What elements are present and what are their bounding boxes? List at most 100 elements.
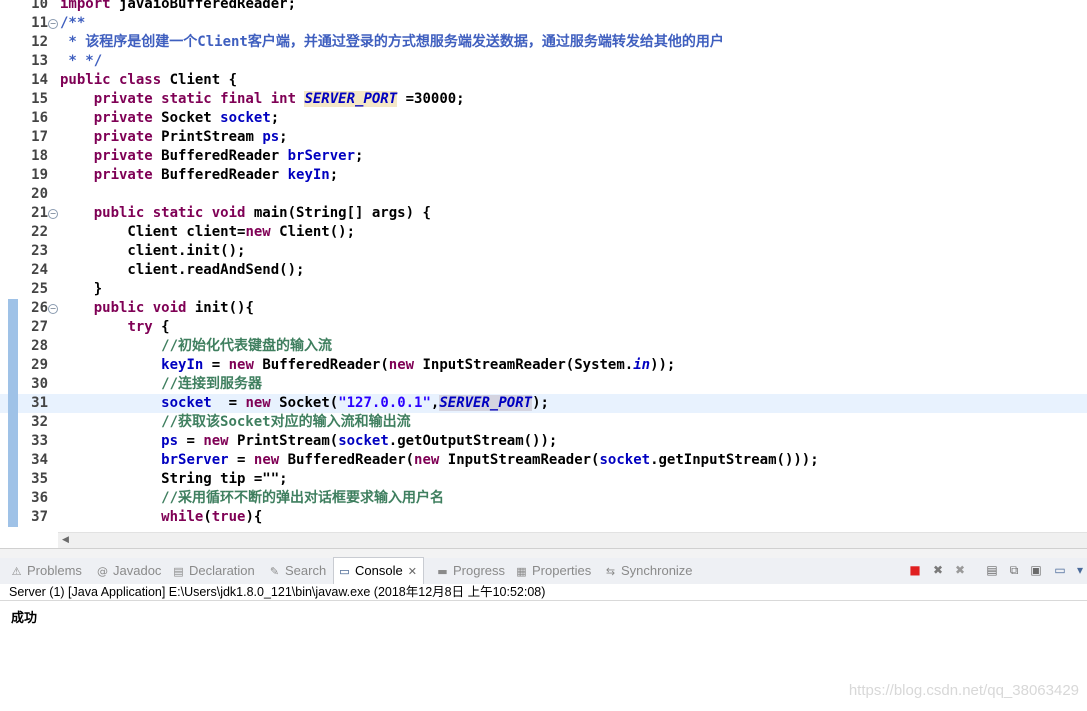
code-line[interactable]: 14 public class Client { xyxy=(0,71,1087,90)
code-token: ps xyxy=(161,433,179,449)
code-editor[interactable]: 10 import javaioBufferedReader; 11−/** 12 *… xyxy=(0,0,1087,548)
scroll-lock-icon[interactable]: ⧉ xyxy=(1006,562,1022,578)
line-number: 16 xyxy=(31,110,48,126)
remove-launch-icon[interactable]: ✖ xyxy=(930,562,946,578)
open-console-icon[interactable]: ▾ xyxy=(1072,562,1087,578)
code-token: ; xyxy=(270,110,280,126)
line-number: 36 xyxy=(31,490,48,506)
code-line[interactable]: 28 //初始化代表键盘的输入流 xyxy=(0,337,1087,356)
line-number: 14 xyxy=(31,72,48,88)
code-text: //初始化代表键盘的输入流 xyxy=(60,337,332,356)
synchronize-icon: ⇆ xyxy=(605,565,616,578)
horizontal-scrollbar[interactable]: ◀ xyxy=(58,532,1087,548)
code-token: //获取该Socket对应的输入流和输出流 xyxy=(161,414,411,430)
code-line[interactable]: 16 private Socket socket; xyxy=(0,109,1087,128)
tab-search[interactable]: ✎ Search xyxy=(268,558,326,584)
code-token: BufferedReader xyxy=(152,148,288,164)
code-line[interactable]: 31 socket = new Socket("127.0.0.1",SERVE… xyxy=(0,394,1087,413)
code-token: ( xyxy=(203,509,212,525)
code-text: private static final int SERVER_PORT =30… xyxy=(60,90,465,109)
code-text: while(true){ xyxy=(60,508,262,527)
code-line[interactable]: 15 private static final int SERVER_PORT … xyxy=(0,90,1087,109)
fold-toggle-icon[interactable]: − xyxy=(48,304,58,314)
code-token: client.init(); xyxy=(60,243,246,259)
fold-toggle-icon[interactable]: − xyxy=(48,209,58,219)
code-token: SERVER_PORT xyxy=(304,91,398,107)
line-number: 29 xyxy=(31,357,48,373)
code-line[interactable]: 35 String tip =""; xyxy=(0,470,1087,489)
code-token: = xyxy=(211,395,246,411)
code-line[interactable]: 21− public static void main(String[] arg… xyxy=(0,204,1087,223)
code-line[interactable]: 30 //连接到服务器 xyxy=(0,375,1087,394)
line-number: 19 xyxy=(31,167,48,183)
clear-console-icon[interactable]: ▤ xyxy=(984,562,1000,578)
display-selected-console-icon[interactable]: ▭ xyxy=(1052,562,1068,578)
line-number: 31 xyxy=(31,395,48,411)
code-line[interactable]: 25 } xyxy=(0,280,1087,299)
code-line[interactable]: 26− public void init(){ xyxy=(0,299,1087,318)
code-line[interactable]: 24 client.readAndSend(); xyxy=(0,261,1087,280)
change-marker xyxy=(8,299,18,318)
line-number: 26 xyxy=(31,300,48,316)
code-lines: 10 import javaioBufferedReader; 11−/** 12 *… xyxy=(0,0,1087,527)
code-line[interactable]: 19 private BufferedReader keyIn; xyxy=(0,166,1087,185)
code-line[interactable]: 32 //获取该Socket对应的输入流和输出流 xyxy=(0,413,1087,432)
code-text: socket = new Socket("127.0.0.1",SERVER_P… xyxy=(60,394,549,413)
code-line[interactable]: 22 Client client=new Client(); xyxy=(0,223,1087,242)
code-token: /** xyxy=(60,15,86,31)
fold-toggle-icon[interactable]: − xyxy=(48,19,58,29)
code-text: try { xyxy=(60,318,169,337)
tab-label: Console xyxy=(355,563,403,578)
code-line[interactable]: 12 * 该程序是创建一个Client客户端，并通过登录的方式想服务端发送数据，… xyxy=(0,33,1087,52)
code-token: main(String[] args) { xyxy=(245,205,431,221)
tab-label: Synchronize xyxy=(621,563,693,578)
line-number: 28 xyxy=(31,338,48,354)
code-token: socket xyxy=(338,433,389,449)
tab-properties[interactable]: ▦ Properties xyxy=(515,558,591,584)
code-token: Socket xyxy=(152,110,221,126)
code-line[interactable]: 18 private BufferedReader brServer; xyxy=(0,147,1087,166)
code-line[interactable]: 20 xyxy=(0,185,1087,204)
code-line[interactable]: 23 client.init(); xyxy=(0,242,1087,261)
remove-all-terminated-icon[interactable]: ✖ xyxy=(952,562,968,578)
tab-problems[interactable]: ⚠ Problems xyxy=(10,558,82,584)
code-token: ; xyxy=(355,148,364,164)
code-line[interactable]: 10 import javaioBufferedReader; xyxy=(0,0,1087,14)
code-line[interactable]: 11−/** xyxy=(0,14,1087,33)
scroll-left-icon[interactable]: ◀ xyxy=(62,535,69,545)
tab-progress[interactable]: ▬ Progress xyxy=(436,558,505,584)
code-line[interactable]: 37 while(true){ xyxy=(0,508,1087,527)
code-token: while xyxy=(161,509,204,525)
code-token: Client { xyxy=(161,72,238,88)
code-line[interactable]: 13 * */ xyxy=(0,52,1087,71)
line-number: 22 xyxy=(31,224,48,240)
console-output-area[interactable]: 成功 https://blog.csdn.net/qq_38063429 xyxy=(0,602,1087,711)
tab-console[interactable]: ▭ Console ✕ xyxy=(333,557,424,584)
code-token: Socket( xyxy=(270,395,339,411)
code-text: brServer = new BufferedReader(new InputS… xyxy=(60,451,819,470)
code-token: private xyxy=(93,129,153,145)
code-token: init(){ xyxy=(186,300,254,316)
code-token: SERVER_ xyxy=(439,395,499,411)
code-token: in xyxy=(633,357,651,373)
code-token: new xyxy=(414,452,440,468)
code-line[interactable]: 29 keyIn = new BufferedReader(new InputS… xyxy=(0,356,1087,375)
code-text: Client client=new Client(); xyxy=(60,223,355,242)
tab-declaration[interactable]: ▤ Declaration xyxy=(172,558,254,584)
code-line[interactable]: 36 //采用循环不断的弹出对话框要求输入用户名 xyxy=(0,489,1087,508)
code-line[interactable]: 33 ps = new PrintStream(socket.getOutput… xyxy=(0,432,1087,451)
code-line[interactable]: 17 private PrintStream ps; xyxy=(0,128,1087,147)
code-line[interactable]: 34 brServer = new BufferedReader(new Inp… xyxy=(0,451,1087,470)
close-tab-icon[interactable]: ✕ xyxy=(408,565,417,578)
code-token: //初始化代表键盘的输入流 xyxy=(161,338,333,354)
tab-synchronize[interactable]: ⇆ Synchronize xyxy=(604,558,693,584)
line-number: 21 xyxy=(31,205,48,221)
change-marker xyxy=(8,432,18,451)
word-wrap-icon[interactable]: ▣ xyxy=(1028,562,1044,578)
terminate-icon[interactable]: ■ xyxy=(907,562,923,578)
code-line[interactable]: 27 try { xyxy=(0,318,1087,337)
code-text: private PrintStream ps; xyxy=(60,128,288,147)
tab-javadoc[interactable]: @ Javadoc xyxy=(96,558,161,584)
